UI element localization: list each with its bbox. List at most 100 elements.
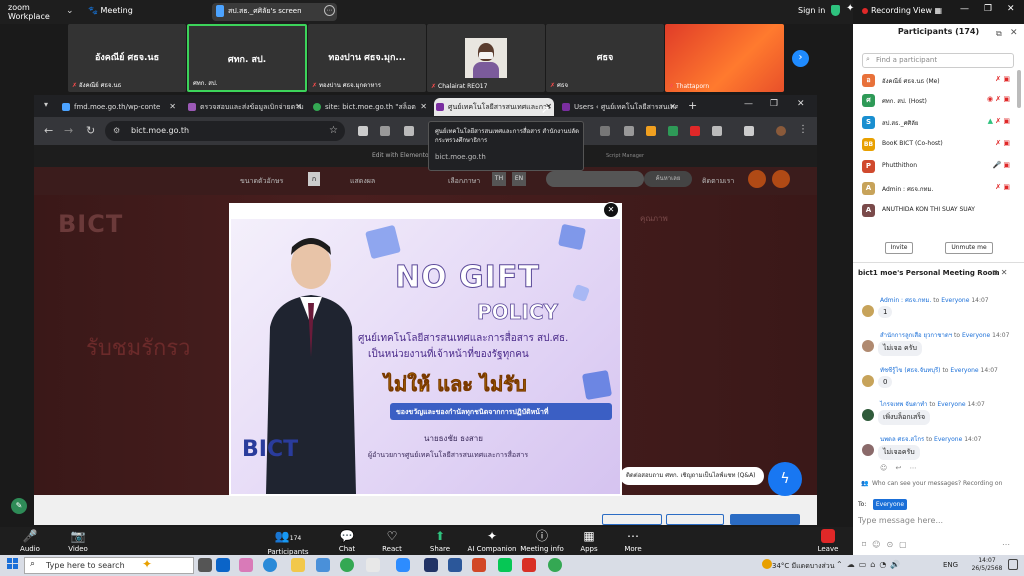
windows-start-icon[interactable] — [7, 558, 19, 570]
browser-menu-icon[interactable]: ⋮ — [798, 124, 808, 135]
taskbar-app-icon[interactable] — [424, 558, 438, 572]
extension-pin-icon[interactable] — [690, 126, 700, 136]
word-icon[interactable] — [448, 558, 462, 572]
unmute-me-button[interactable]: Unmute me — [945, 242, 993, 254]
powerpoint-icon[interactable] — [472, 558, 486, 572]
modal-close-icon[interactable]: ✕ — [603, 202, 619, 218]
meeting-menu[interactable]: 🐾 Meeting — [88, 6, 133, 15]
minimize-icon[interactable]: — — [960, 4, 969, 14]
forward-arrow-icon[interactable]: → — [64, 124, 73, 137]
tab-close-icon[interactable]: ✕ — [420, 98, 427, 116]
pencil-icon[interactable]: ✎ — [11, 498, 27, 514]
clock[interactable]: 14:07 26/5/2568 — [970, 557, 1004, 573]
tab-close-icon[interactable]: ✕ — [169, 98, 176, 116]
notification-icon[interactable] — [1008, 559, 1018, 570]
participant-row[interactable]: S สป.สธ._ศศิลัย ▲ ✗ ▣ — [862, 114, 1014, 134]
chat-options-icon[interactable]: ⋯ ⧉ ✕ — [982, 268, 1008, 278]
messenger-icon[interactable]: ϟ — [768, 462, 802, 496]
message-reactions-icon[interactable]: ☺ ↩ ⋯ — [880, 464, 920, 472]
extension-recycle-icon[interactable] — [668, 126, 678, 136]
video-tile-active-speaker[interactable]: ศทก. สป. ศทก. สป. — [187, 24, 307, 92]
chat-more-icon[interactable]: ⋯ — [1002, 540, 1010, 549]
language-en-button[interactable]: EN — [512, 172, 526, 186]
zoom-icon[interactable] — [396, 558, 410, 572]
participant-row[interactable]: BB BooK BICT (Co-host) ✗ ▣ — [862, 136, 1014, 156]
new-tab-button[interactable]: + — [688, 99, 697, 112]
browser-close-icon[interactable]: ✕ — [797, 99, 805, 109]
recording-label[interactable]: Recording — [871, 6, 911, 15]
back-arrow-icon[interactable]: ← — [44, 124, 53, 137]
edge-icon[interactable] — [263, 558, 277, 572]
extension-puzzle-icon[interactable] — [380, 126, 390, 136]
extension-tab-icon[interactable] — [600, 126, 610, 136]
cookie-accept-button[interactable] — [730, 514, 800, 525]
copilot-icon[interactable] — [239, 558, 253, 572]
acrobat-icon[interactable] — [522, 558, 536, 572]
input-language[interactable]: ENG — [943, 561, 958, 569]
taskbar-app-icon[interactable] — [366, 558, 380, 572]
view-menu[interactable]: View ▦ — [913, 6, 942, 15]
site-info-icon[interactable]: ⚙ — [113, 126, 120, 135]
line-icon[interactable] — [498, 558, 512, 572]
nav-item[interactable]: คุณภาพ — [640, 212, 668, 225]
twitter-icon[interactable] — [772, 170, 790, 188]
recipient-dropdown[interactable]: Everyone — [873, 499, 907, 510]
profile-avatar[interactable] — [776, 126, 786, 136]
extension-function-icon[interactable] — [624, 126, 634, 136]
outlook-icon[interactable] — [216, 558, 230, 572]
pop-out-icon[interactable]: ⧉ — [996, 29, 1002, 39]
chrome-icon[interactable] — [548, 558, 562, 572]
tab-close-icon[interactable]: ✕ — [669, 98, 676, 116]
cookie-reject-button[interactable] — [666, 514, 724, 525]
side-panel-icon[interactable] — [744, 126, 754, 136]
extensions-icon[interactable] — [712, 126, 722, 136]
video-tile[interactable]: ทองปาน ศธจ.มุก... ✗ ทองปาน ศธจ.มุกดาหาร — [308, 24, 426, 92]
security-shield-icon[interactable] — [831, 5, 840, 16]
next-page-arrow-icon[interactable]: › — [792, 50, 809, 67]
store-icon[interactable] — [316, 558, 330, 572]
live-chat-prompt[interactable]: ติดต่อสอบถาม ศทก. เชิญถามเป็นไลฟ์แชท (Q&… — [620, 467, 764, 485]
close-panel-icon[interactable]: ✕ — [1010, 28, 1018, 38]
extension-camera-icon[interactable] — [404, 126, 414, 136]
chat-toolbar-icons[interactable]: ⌑☺⊙▢ — [862, 540, 913, 549]
search-highlight-icon[interactable]: ✦ — [142, 557, 152, 571]
participant-row[interactable]: A ANUTHIDA KON THI SUAY SUAY — [862, 202, 1014, 222]
close-icon[interactable]: ✕ — [1007, 4, 1015, 14]
facebook-icon[interactable] — [748, 170, 766, 188]
video-tile[interactable]: ศธจ ✗ ศธจ — [546, 24, 664, 92]
participants-scrollbar[interactable] — [1017, 70, 1021, 108]
chevron-down-icon[interactable]: ⌄ — [66, 6, 74, 16]
participant-row[interactable]: ออังคณีย์ ศธจ.นธ (Me) ✗ ▣ — [862, 72, 1014, 92]
site-search-input[interactable] — [546, 171, 644, 187]
chat-message-input[interactable]: Type message here... — [858, 516, 943, 525]
video-tile[interactable]: อังคณีย์ ศธจ.นธ ✗ อังคณีย์ ศธจ.นธ — [68, 24, 186, 92]
reload-icon[interactable]: ↻ — [86, 124, 95, 137]
more-button[interactable]: ⋯ More — [603, 528, 663, 553]
ai-sparkle-icon[interactable]: ✦ — [846, 3, 854, 14]
tab-search-icon[interactable]: ▾ — [44, 100, 48, 109]
file-explorer-icon[interactable] — [291, 558, 305, 572]
cookie-settings-button[interactable] — [602, 514, 662, 525]
share-button[interactable]: ⬆ Share — [410, 528, 470, 553]
participant-row[interactable]: P Phutthithon 🎤 ▣ — [862, 158, 1014, 178]
video-button[interactable]: 📷 Video — [48, 528, 108, 553]
extension-eyedropper-icon[interactable] — [358, 126, 368, 136]
bookmark-star-icon[interactable]: ☆ — [329, 125, 338, 136]
chrome-icon[interactable] — [340, 558, 354, 572]
font-size-button[interactable]: ก — [308, 172, 320, 186]
participant-row[interactable]: ศศทก. สป. (Host) ◉ ✗ ▣ — [862, 92, 1014, 112]
task-view-icon[interactable] — [198, 558, 212, 572]
browser-tab[interactable]: Users ‹ ศูนย์เทคโนโลยีสารสนเทศ ✕ — [560, 98, 678, 116]
tab-close-icon[interactable]: ✕ — [295, 98, 302, 116]
more-options-icon[interactable]: ⋯ — [324, 5, 335, 16]
sign-in-link[interactable]: Sign in — [798, 6, 825, 15]
script-manager-link[interactable]: Script Manager — [606, 153, 644, 159]
extension-folder-icon[interactable] — [646, 126, 656, 136]
maximize-icon[interactable]: ❐ — [984, 4, 992, 14]
invite-button[interactable]: Invite — [885, 242, 913, 254]
weather-text[interactable]: 34°C มีแดดบางส่วน — [772, 561, 835, 572]
browser-tab[interactable]: site: bict.moe.go.th "สล็อต ✕ — [311, 98, 429, 116]
site-search-button[interactable]: ค้นหาเลย — [644, 171, 692, 187]
browser-tab-active[interactable]: ศูนย์เทคโนโลยีสารสนเทศและการ ✕ — [434, 98, 554, 116]
site-logo[interactable]: BICT — [58, 210, 123, 238]
